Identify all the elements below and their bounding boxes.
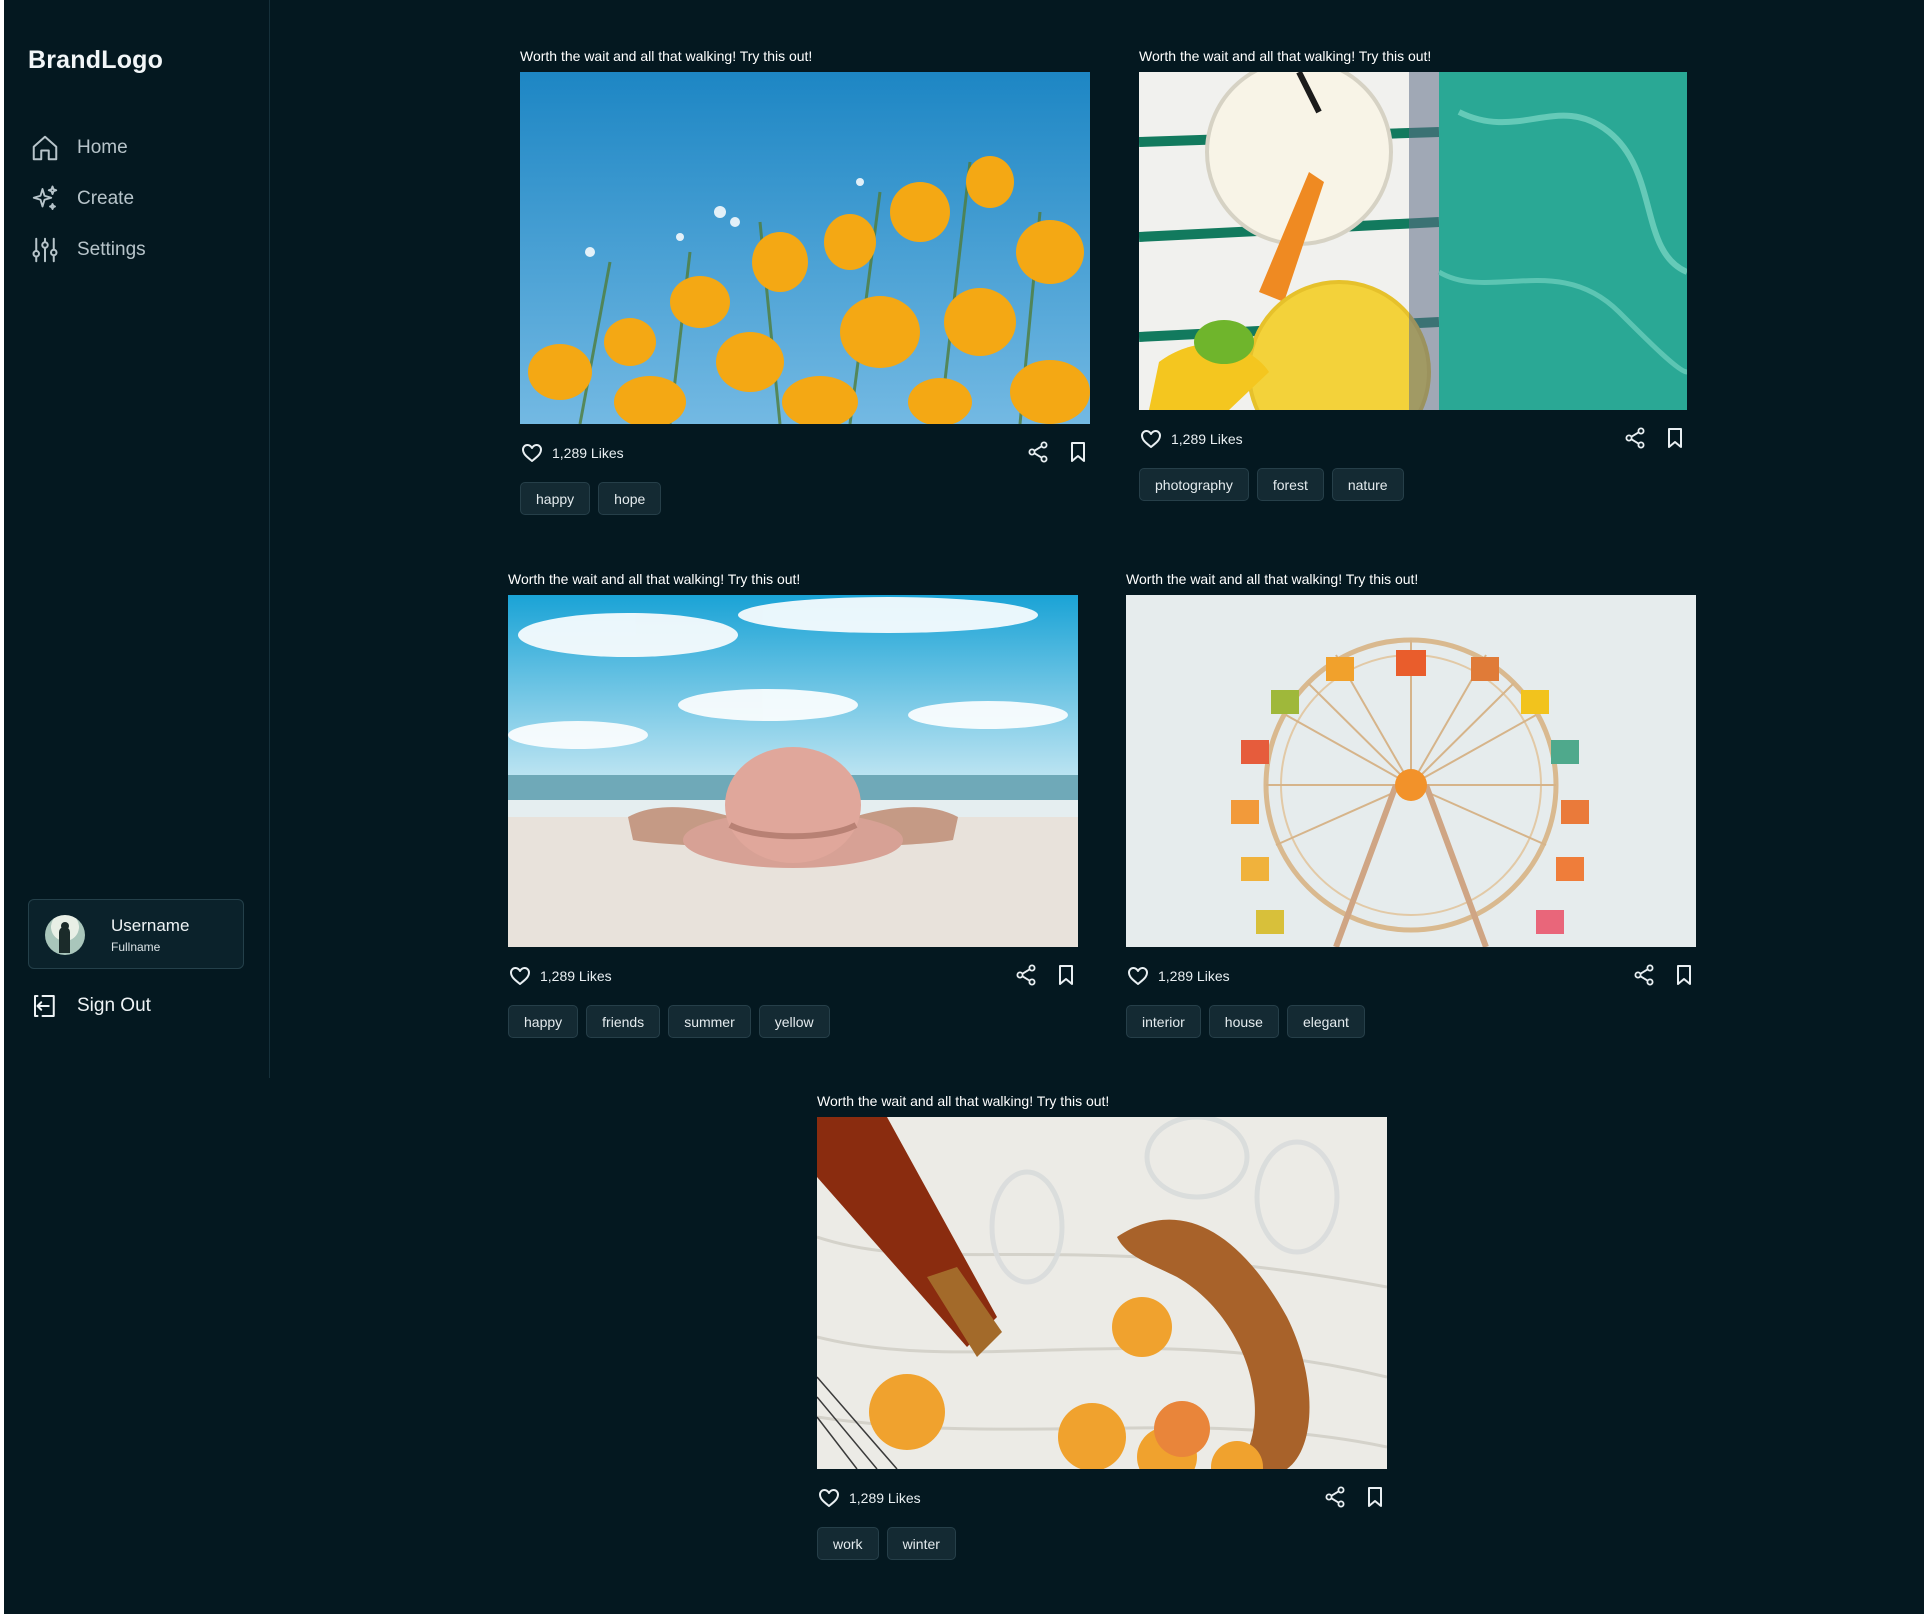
post-actions: 1,289 Likes <box>1126 947 1696 1005</box>
bookmark-icon[interactable] <box>1663 426 1687 450</box>
sidebar: BrandLogo Home Create Settings Username … <box>4 0 270 1078</box>
tag-list: photography forest nature <box>1139 468 1709 501</box>
tag-chip[interactable]: hope <box>598 482 662 515</box>
tag-chip[interactable]: interior <box>1126 1005 1201 1038</box>
post-caption: Worth the wait and all that walking! Try… <box>1139 48 1432 64</box>
bookmark-icon[interactable] <box>1672 963 1696 987</box>
bookmark-icon[interactable] <box>1066 440 1090 464</box>
tag-chip[interactable]: photography <box>1139 468 1249 501</box>
post-actions: 1,289 Likes <box>817 1469 1387 1527</box>
nav-label-settings: Settings <box>77 238 146 260</box>
post-actions: 1,289 Likes <box>508 947 1078 1005</box>
post-caption: Worth the wait and all that walking! Try… <box>1126 571 1419 587</box>
post-card: Worth the wait and all that walking! Try… <box>1139 48 1709 501</box>
tag-list: happy friends summer yellow <box>508 1005 1078 1038</box>
tag-list: work winter <box>817 1527 1387 1560</box>
tag-chip[interactable]: summer <box>668 1005 751 1038</box>
tag-chip[interactable]: elegant <box>1286 1005 1365 1038</box>
post-caption: Worth the wait and all that walking! Try… <box>508 571 801 587</box>
tag-chip[interactable]: work <box>817 1527 879 1560</box>
tag-chip[interactable]: house <box>1208 1005 1279 1038</box>
heart-icon[interactable] <box>508 964 532 988</box>
username: Username <box>111 916 190 935</box>
avatar <box>45 915 85 955</box>
tag-chip[interactable]: yellow <box>758 1005 830 1038</box>
share-icon[interactable] <box>1014 963 1038 987</box>
home-icon <box>30 133 60 163</box>
sidebar-nav: Home Create Settings <box>30 122 146 275</box>
nav-label-create: Create <box>77 187 135 209</box>
heart-icon[interactable] <box>1139 427 1163 451</box>
post-card: Worth the wait and all that walking! Try… <box>817 1093 1387 1560</box>
sign-out-label: Sign Out <box>77 995 151 1016</box>
ferris-wheel-photo[interactable] <box>1126 595 1696 947</box>
post-card: Worth the wait and all that walking! Try… <box>508 571 1078 1038</box>
sliders-icon <box>30 235 60 265</box>
likes: 1,289 Likes <box>508 964 612 988</box>
post-actions: 1,289 Likes <box>520 424 1090 482</box>
nav-item-home[interactable]: Home <box>30 122 146 173</box>
share-icon[interactable] <box>1632 963 1656 987</box>
share-icon[interactable] <box>1323 1485 1347 1509</box>
likes-count: 1,289 Likes <box>1158 968 1230 984</box>
share-icon[interactable] <box>1026 440 1050 464</box>
brand-logo[interactable]: BrandLogo <box>28 46 163 75</box>
tag-chip[interactable]: winter <box>886 1527 956 1560</box>
fullname: Fullname <box>111 940 161 954</box>
likes-count: 1,289 Likes <box>540 968 612 984</box>
heart-icon[interactable] <box>520 441 544 465</box>
post-actions: 1,289 Likes <box>1139 410 1687 468</box>
post-card: Worth the wait and all that walking! Try… <box>520 48 1090 515</box>
picnic-apricots-photo[interactable] <box>817 1117 1387 1469</box>
sign-out-button[interactable]: Sign Out <box>30 991 151 1021</box>
bookmark-icon[interactable] <box>1054 963 1078 987</box>
likes-count: 1,289 Likes <box>1171 431 1243 447</box>
nav-label-home: Home <box>77 136 128 158</box>
tag-list: interior house elegant <box>1126 1005 1696 1038</box>
heart-icon[interactable] <box>817 1486 841 1510</box>
likes: 1,289 Likes <box>520 441 624 465</box>
post-card: Worth the wait and all that walking! Try… <box>1126 571 1696 1038</box>
heart-icon[interactable] <box>1126 964 1150 988</box>
tag-chip[interactable]: forest <box>1256 468 1324 501</box>
post-caption: Worth the wait and all that walking! Try… <box>817 1093 1110 1109</box>
bookmark-icon[interactable] <box>1363 1485 1387 1509</box>
user-profile-card[interactable]: Username Fullname <box>28 899 244 969</box>
app-window: BrandLogo Home Create Settings Username … <box>4 0 1924 1614</box>
likes: 1,289 Likes <box>1126 964 1230 988</box>
nav-item-settings[interactable]: Settings <box>30 224 146 275</box>
poolside-drinks-photo[interactable] <box>1139 72 1687 410</box>
likes-count: 1,289 Likes <box>849 1490 921 1506</box>
tag-list: happy hope <box>520 482 1090 515</box>
yellow-poppies-photo[interactable] <box>520 72 1090 424</box>
likes: 1,289 Likes <box>817 1486 921 1510</box>
tag-chip[interactable]: happy <box>520 482 591 515</box>
nav-item-create[interactable]: Create <box>30 173 146 224</box>
share-icon[interactable] <box>1623 426 1647 450</box>
beach-sunhat-photo[interactable] <box>508 595 1078 947</box>
tag-chip[interactable]: nature <box>1331 468 1404 501</box>
tag-chip[interactable]: happy <box>508 1005 579 1038</box>
post-caption: Worth the wait and all that walking! Try… <box>520 48 813 64</box>
likes: 1,289 Likes <box>1139 427 1243 451</box>
likes-count: 1,289 Likes <box>552 445 624 461</box>
sign-out-icon <box>30 991 60 1021</box>
tag-chip[interactable]: friends <box>586 1005 661 1038</box>
sparkle-icon <box>30 184 60 214</box>
